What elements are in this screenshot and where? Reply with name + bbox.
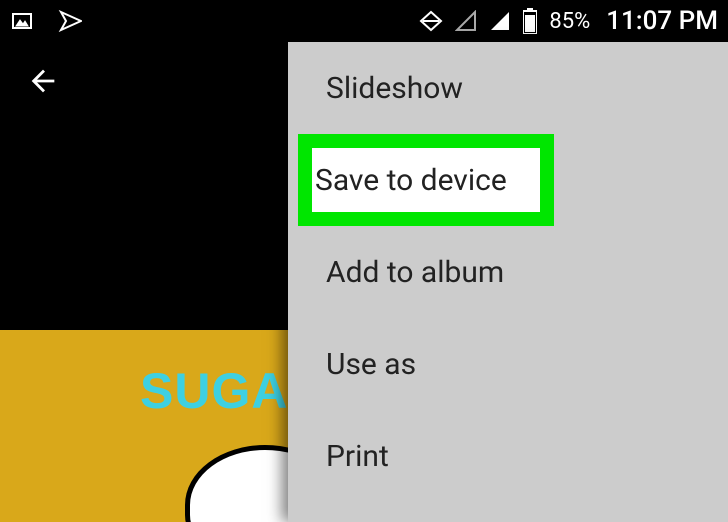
menu-item-print[interactable]: Print — [288, 410, 728, 502]
menu-label: Use as — [326, 347, 416, 382]
clock-time: 11:07 PM — [606, 6, 718, 36]
statusbar-left — [10, 9, 82, 33]
screen: SUGA 85% 11:07 PM Slideshow Save to devi… — [0, 0, 728, 522]
wifi-icon — [419, 9, 443, 33]
menu-label: Slideshow — [326, 71, 463, 106]
menu-label: Add to album — [326, 255, 504, 290]
battery-percent: 85% — [549, 9, 590, 34]
overflow-menu: Slideshow Save to device Add to album Us… — [288, 42, 728, 522]
photo-partial-text: SUGA — [140, 362, 288, 420]
menu-item-slideshow[interactable]: Slideshow — [288, 42, 728, 134]
picture-icon — [10, 9, 34, 33]
menu-label: Save to device — [315, 163, 507, 198]
menu-item-use-as[interactable]: Use as — [288, 318, 728, 410]
signal-full-icon — [489, 10, 511, 32]
send-icon — [58, 9, 82, 33]
status-bar: 85% 11:07 PM — [0, 0, 728, 42]
menu-item-save-to-device[interactable]: Save to device — [288, 134, 728, 226]
menu-item-add-to-album[interactable]: Add to album — [288, 226, 728, 318]
battery-icon — [523, 8, 537, 34]
back-icon[interactable] — [26, 64, 60, 98]
signal-empty-icon — [455, 10, 477, 32]
menu-label: Print — [326, 439, 389, 474]
statusbar-right: 85% 11:07 PM — [419, 6, 718, 36]
